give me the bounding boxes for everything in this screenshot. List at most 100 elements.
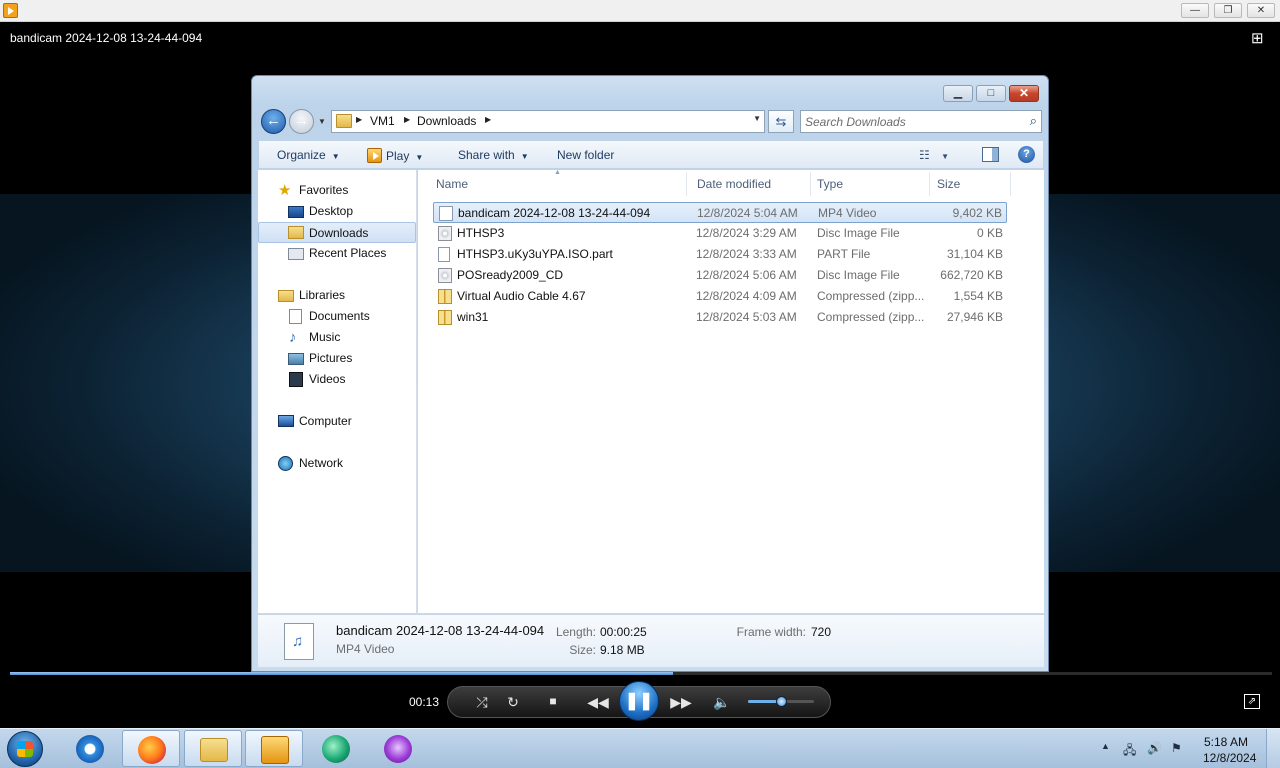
explorer-close-button[interactable]: ✕ — [1009, 85, 1039, 102]
column-header-size[interactable]: Size — [937, 177, 960, 191]
taskbar: ▲ 🖧 🔊 ⚑ 5:18 AM 12/8/2024 — [0, 728, 1280, 768]
nav-documents[interactable]: Documents — [258, 306, 416, 327]
clock-date[interactable]: 12/8/2024 — [1203, 751, 1256, 765]
seek-bar[interactable] — [10, 672, 1272, 675]
column-divider[interactable] — [686, 172, 687, 196]
network-tray-icon[interactable]: 🖧 — [1123, 741, 1136, 762]
show-hidden-icons-icon[interactable]: ▲ — [1101, 741, 1110, 751]
preview-pane-icon[interactable] — [982, 147, 999, 162]
back-button[interactable]: ← — [261, 109, 286, 134]
taskbar-app-media-player[interactable] — [245, 730, 303, 767]
stop-icon[interactable]: ■ — [543, 694, 563, 708]
repeat-icon[interactable]: ↻ — [503, 694, 523, 711]
nav-recent-places[interactable]: Recent Places — [258, 243, 416, 264]
pause-button[interactable]: ❚❚ — [619, 681, 659, 721]
column-divider[interactable] — [1010, 172, 1011, 196]
file-date: 12/8/2024 4:09 AM — [696, 289, 797, 303]
file-row[interactable]: HTHSP3 12/8/2024 3:29 AM Disc Image File… — [433, 223, 1007, 244]
file-row[interactable]: bandicam 2024-12-08 13-24-44-094 12/8/20… — [433, 202, 1007, 223]
fast-forward-icon[interactable]: ▶▶ — [668, 694, 694, 711]
details-frame-width-value[interactable]: 720 — [811, 625, 831, 639]
show-desktop-button[interactable] — [1266, 729, 1280, 768]
volume-handle[interactable] — [776, 696, 787, 707]
column-header-date-modified[interactable]: Date modified — [697, 177, 771, 191]
address-bar[interactable]: ▶ VM1 ▶ Downloads ▶ ▼ — [331, 110, 765, 133]
nav-network[interactable]: Network — [258, 453, 416, 474]
nav-pictures[interactable]: Pictures — [258, 348, 416, 369]
volume-icon[interactable]: 🔈 — [712, 694, 732, 711]
time-elapsed: 00:13 — [409, 695, 440, 709]
chevron-down-icon: ▼ — [520, 152, 529, 161]
explorer-maximize-button[interactable]: □ — [976, 85, 1006, 102]
nav-videos-label: Videos — [309, 372, 346, 386]
forward-button[interactable]: → — [289, 109, 314, 134]
search-input[interactable] — [805, 114, 1015, 129]
nav-recent-places-label: Recent Places — [309, 246, 387, 260]
start-button[interactable] — [7, 731, 43, 767]
taskbar-app-green[interactable] — [307, 730, 365, 767]
address-row: ← → ▼ ▶ VM1 ▶ Downloads ▶ ▼ ⇆ ⌕ — [258, 109, 1044, 135]
nav-videos[interactable]: Videos — [258, 369, 416, 390]
breadcrumb-vm1[interactable]: VM1 — [370, 114, 395, 128]
player-minimize-button[interactable]: — — [1181, 3, 1209, 18]
taskbar-app-file-explorer[interactable] — [184, 730, 242, 767]
nav-desktop[interactable]: Desktop — [258, 201, 416, 222]
file-size: 0 KB — [976, 226, 1003, 240]
player-app-icon — [3, 3, 18, 18]
column-divider[interactable] — [929, 172, 930, 196]
nav-computer[interactable]: Computer — [258, 411, 416, 432]
command-bar: Organize ▼ Play ▼ Share with ▼ New folder ☷… — [258, 140, 1044, 169]
refresh-button[interactable]: ⇆ — [768, 110, 794, 133]
new-folder-button[interactable]: New folder — [557, 148, 614, 162]
address-dropdown-icon[interactable]: ▼ — [753, 114, 761, 123]
taskbar-app-purple[interactable] — [369, 730, 427, 767]
volume-slider[interactable] — [748, 696, 814, 707]
compact-mode-icon[interactable]: ⊞ — [1251, 31, 1269, 46]
volume-tray-icon[interactable]: 🔊 — [1147, 741, 1162, 755]
star-icon: ★ — [278, 182, 292, 199]
shuffle-icon[interactable]: ⤮ — [472, 694, 492, 711]
recent-pages-dropdown[interactable]: ▼ — [316, 115, 328, 129]
nav-libraries[interactable]: Libraries — [258, 285, 416, 306]
explorer-minimize-button[interactable]: ▁ — [943, 85, 973, 102]
libraries-icon — [278, 290, 294, 302]
breadcrumb-arrow-icon[interactable]: ▶ — [485, 115, 491, 124]
explorer-window: ▁ □ ✕ ← → ▼ ▶ VM1 ▶ Downloads ▶ ▼ ⇆ ⌕ Or… — [251, 75, 1049, 672]
search-icon[interactable]: ⌕ — [1030, 113, 1037, 129]
organize-button[interactable]: Organize ▼ — [277, 148, 340, 162]
action-center-flag-icon[interactable]: ⚑ — [1171, 741, 1182, 755]
taskbar-app-firefox[interactable] — [122, 730, 180, 767]
clock-time[interactable]: 5:18 AM — [1204, 735, 1248, 749]
column-divider[interactable] — [810, 172, 811, 196]
nav-music[interactable]: ♪ Music — [258, 327, 416, 348]
breadcrumb-arrow-icon[interactable]: ▶ — [404, 115, 410, 124]
player-close-button[interactable]: ✕ — [1247, 3, 1275, 18]
search-box[interactable]: ⌕ — [800, 110, 1042, 133]
navigation-pane: ★ Favorites Desktop Downloads Recent Pla… — [258, 170, 417, 613]
breadcrumb-arrow-icon[interactable]: ▶ — [356, 115, 362, 124]
change-view-icon[interactable]: ☷ ▼ — [919, 148, 949, 162]
details-length-value[interactable]: 00:00:25 — [600, 625, 647, 639]
column-header-name[interactable]: Name — [436, 177, 468, 191]
file-row[interactable]: POSready2009_CD 12/8/2024 5:06 AM Disc I… — [433, 265, 1007, 286]
share-with-button[interactable]: Share with ▼ — [458, 148, 529, 162]
switch-to-library-icon[interactable]: ⇗ — [1244, 694, 1260, 709]
column-header-type[interactable]: Type — [817, 177, 843, 191]
player-restore-button[interactable]: ❐ — [1214, 3, 1242, 18]
music-icon: ♪ — [289, 329, 297, 346]
taskbar-app-internet-explorer[interactable] — [61, 730, 119, 767]
internet-explorer-icon — [76, 735, 104, 763]
breadcrumb-downloads[interactable]: Downloads — [417, 114, 476, 128]
file-row[interactable]: Virtual Audio Cable 4.67 12/8/2024 4:09 … — [433, 286, 1007, 307]
file-row[interactable]: HTHSP3.uKy3uYPA.ISO.part 12/8/2024 3:33 … — [433, 244, 1007, 265]
file-row[interactable]: win31 12/8/2024 5:03 AM Compressed (zipp… — [433, 307, 1007, 328]
file-name: bandicam 2024-12-08 13-24-44-094 — [458, 206, 651, 220]
play-button[interactable]: Play ▼ — [367, 148, 423, 163]
help-icon[interactable]: ? — [1018, 146, 1035, 163]
rewind-icon[interactable]: ◀◀ — [585, 694, 611, 711]
documents-icon — [289, 309, 302, 324]
nav-favorites[interactable]: ★ Favorites — [258, 180, 416, 201]
nav-downloads[interactable]: Downloads — [258, 222, 416, 243]
file-date: 12/8/2024 5:06 AM — [696, 268, 797, 282]
network-icon — [278, 456, 293, 471]
